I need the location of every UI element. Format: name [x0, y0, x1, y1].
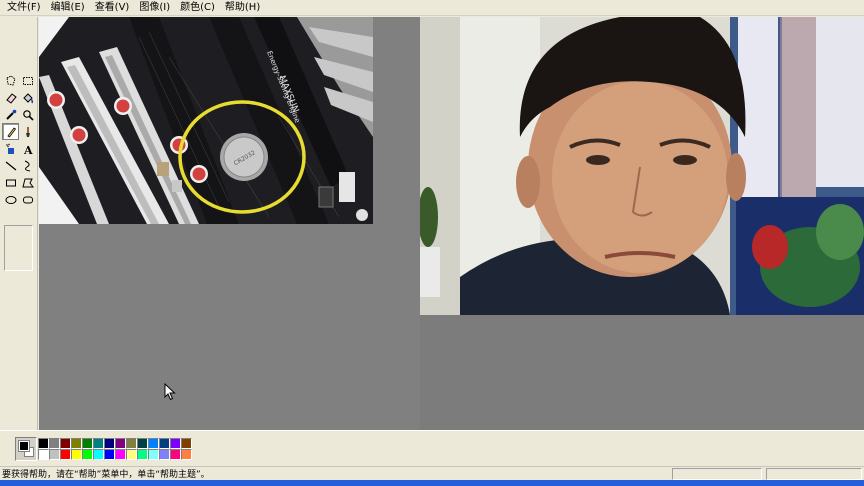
canvas-background — [420, 315, 864, 430]
motherboard-photo: CR2032 MAXSUN Energy-Saving Engine — [39, 17, 373, 224]
palette-swatch[interactable] — [170, 438, 181, 449]
status-cell-size — [766, 468, 862, 480]
foreground-color — [18, 440, 30, 452]
color-palette — [0, 430, 864, 466]
palette-swatch[interactable] — [137, 449, 148, 460]
airbrush-icon[interactable] — [2, 140, 19, 157]
palette-swatch[interactable] — [115, 438, 126, 449]
palette-swatch[interactable] — [137, 438, 148, 449]
palette-swatch[interactable] — [170, 449, 181, 460]
palette-swatch[interactable] — [93, 449, 104, 460]
menu-help[interactable]: 帮助(H) — [220, 0, 265, 16]
palette-swatch[interactable] — [104, 449, 115, 460]
taskbar-edge — [0, 480, 864, 486]
swatch-grid — [38, 438, 192, 460]
webcam-frame — [420, 17, 864, 315]
palette-swatch[interactable] — [104, 438, 115, 449]
svg-text:A: A — [23, 144, 33, 155]
rect-select-icon[interactable] — [19, 72, 36, 89]
menu-file[interactable]: 文件(F) — [2, 0, 46, 16]
fill-bucket-icon[interactable] — [19, 89, 36, 106]
menu-image[interactable]: 图像(I) — [134, 0, 175, 16]
palette-swatch[interactable] — [49, 449, 60, 460]
palette-swatch[interactable] — [126, 449, 137, 460]
menu-bar: 文件(F) 编辑(E) 查看(V) 图像(I) 颜色(C) 帮助(H) — [0, 0, 864, 16]
palette-swatch[interactable] — [71, 438, 82, 449]
eraser-icon[interactable] — [2, 89, 19, 106]
magnifier-icon[interactable] — [19, 106, 36, 123]
palette-swatch[interactable] — [49, 438, 60, 449]
menu-colors[interactable]: 颜色(C) — [175, 0, 220, 16]
palette-swatch[interactable] — [38, 438, 49, 449]
text-icon[interactable]: A — [19, 140, 36, 157]
palette-swatch[interactable] — [82, 438, 93, 449]
palette-swatch[interactable] — [115, 449, 126, 460]
palette-swatch[interactable] — [181, 449, 192, 460]
tool-grid: A — [2, 72, 36, 208]
line-icon[interactable] — [2, 157, 19, 174]
pencil-icon[interactable] — [2, 123, 19, 140]
canvas-area[interactable]: CR2032 MAXSUN Energy-Saving Engine — [39, 17, 864, 430]
polygon-icon[interactable] — [19, 174, 36, 191]
palette-swatch[interactable] — [148, 438, 159, 449]
palette-swatch[interactable] — [181, 438, 192, 449]
drawing-canvas[interactable]: CR2032 MAXSUN Energy-Saving Engine — [39, 17, 373, 224]
palette-swatch[interactable] — [60, 449, 71, 460]
current-colors[interactable] — [15, 437, 37, 461]
palette-swatch[interactable] — [60, 438, 71, 449]
color-picker-icon[interactable] — [2, 106, 19, 123]
palette-swatch[interactable] — [159, 449, 170, 460]
tool-options-box[interactable] — [4, 225, 33, 271]
menu-edit[interactable]: 编辑(E) — [46, 0, 90, 16]
status-bar: 要获得帮助，请在“帮助”菜单中，单击“帮助主题”。 — [0, 466, 864, 480]
status-cell-position — [672, 468, 762, 480]
mouse-cursor-icon — [164, 383, 176, 401]
brush-icon[interactable] — [19, 123, 36, 140]
palette-swatch[interactable] — [38, 449, 49, 460]
palette-swatch[interactable] — [126, 438, 137, 449]
status-help-text: 要获得帮助，请在“帮助”菜单中，单击“帮助主题”。 — [2, 470, 210, 480]
palette-swatch[interactable] — [159, 438, 170, 449]
palette-swatch[interactable] — [148, 449, 159, 460]
rounded-rect-icon[interactable] — [19, 191, 36, 208]
free-form-select-icon[interactable] — [2, 72, 19, 89]
palette-swatch[interactable] — [93, 438, 104, 449]
palette-swatch[interactable] — [82, 449, 93, 460]
tool-box: A — [0, 17, 38, 430]
curve-icon[interactable] — [19, 157, 36, 174]
menu-view[interactable]: 查看(V) — [90, 0, 135, 16]
webcam-video — [420, 17, 864, 315]
rectangle-icon[interactable] — [2, 174, 19, 191]
ellipse-icon[interactable] — [2, 191, 19, 208]
palette-swatch[interactable] — [71, 449, 82, 460]
